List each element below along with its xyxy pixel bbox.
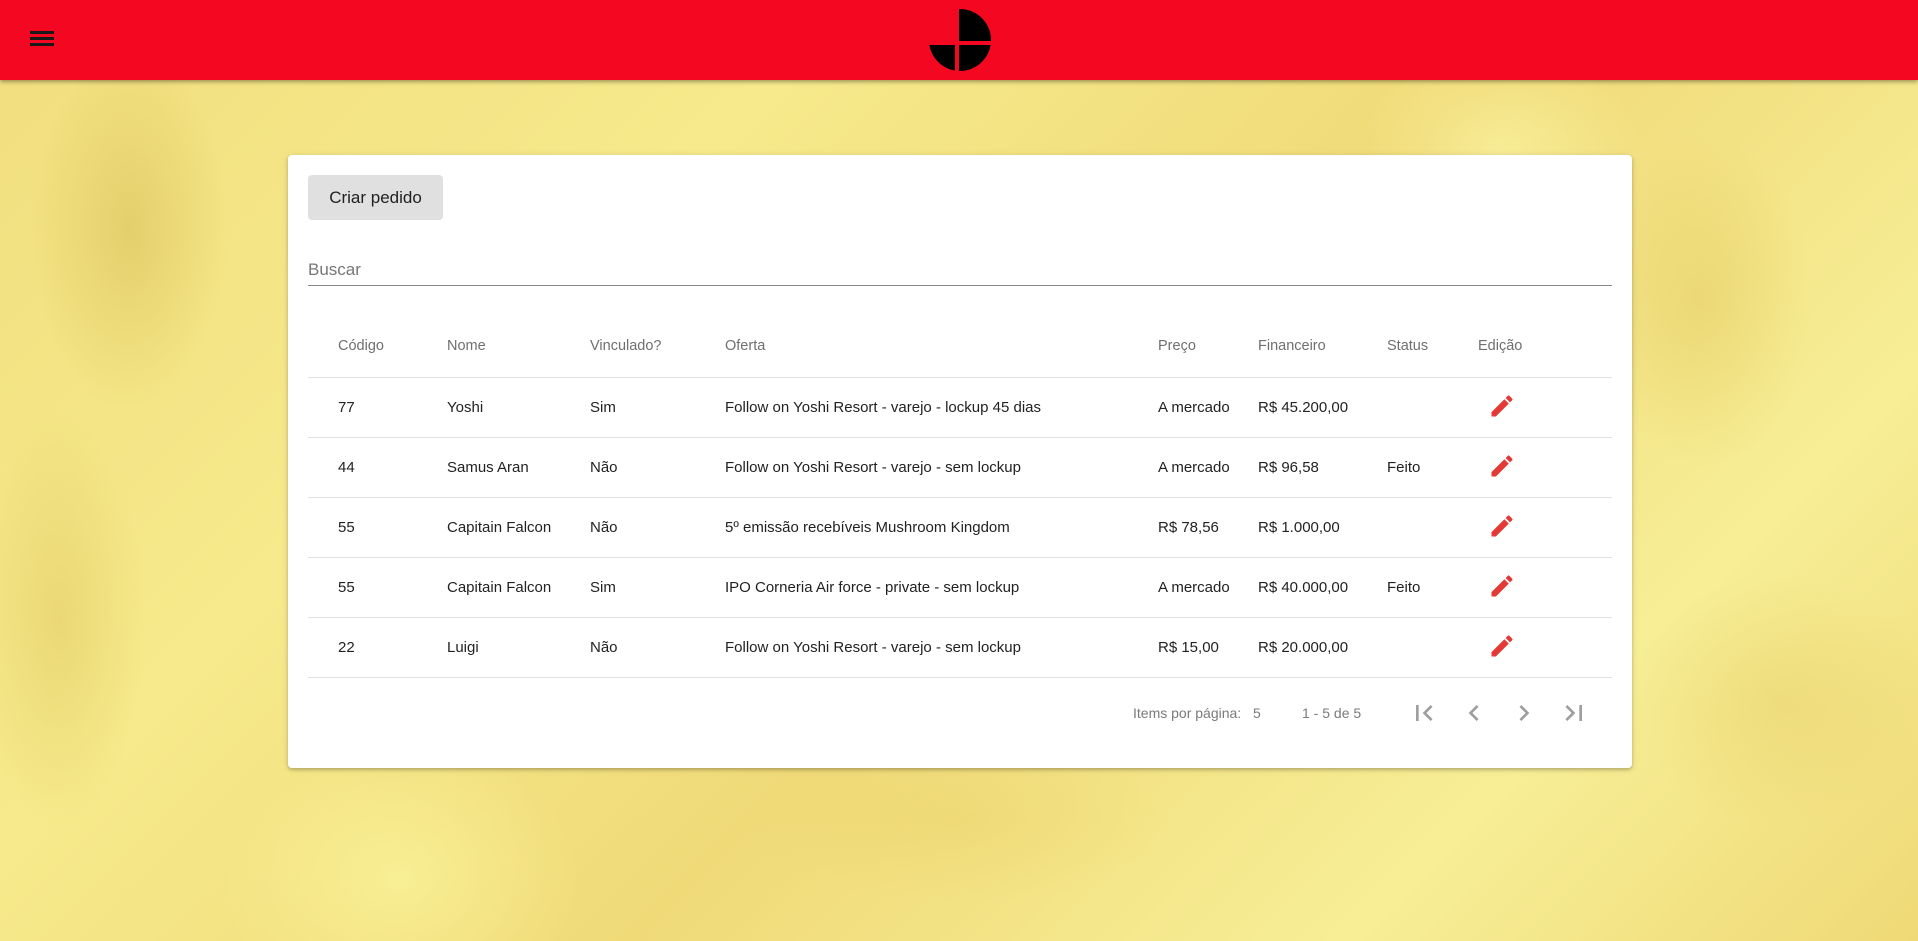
column-header-edicao: Edição — [1478, 315, 1612, 378]
cell-financeiro: R$ 96,58 — [1258, 437, 1387, 498]
page-range-label: 1 - 5 de 5 — [1302, 705, 1362, 721]
column-header-status[interactable]: Status — [1387, 315, 1478, 378]
cell-status — [1387, 617, 1478, 678]
orders-table: Código Nome Vinculado? Oferta Preço Fina… — [308, 315, 1612, 678]
items-per-page-label: Items por página: — [1133, 705, 1242, 721]
table-row: 22 Luigi Não Follow on Yoshi Resort - varej… — [308, 617, 1612, 678]
create-order-button[interactable]: Criar pedido — [308, 175, 443, 220]
smash-bros-logo — [928, 8, 992, 72]
cell-preco: R$ 78,56 — [1158, 497, 1258, 558]
cell-oferta: 5º emissão recebíveis Mushroom Kingdom — [725, 497, 1158, 558]
cell-edicao — [1478, 497, 1612, 558]
cell-financeiro: R$ 1.000,00 — [1258, 497, 1387, 558]
column-header-nome[interactable]: Nome — [447, 315, 590, 378]
column-header-financeiro[interactable]: Financeiro — [1258, 315, 1387, 378]
column-header-vinculado[interactable]: Vinculado? — [590, 315, 725, 378]
column-header-preco[interactable]: Preço — [1158, 315, 1258, 378]
cell-oferta: IPO Corneria Air force - private - sem l… — [725, 557, 1158, 618]
table-row: 55 Capitain Falcon Não 5º emissão recebívei… — [308, 497, 1612, 558]
pencil-icon[interactable] — [1488, 452, 1516, 480]
cell-edicao — [1478, 557, 1612, 618]
cell-status: Feito — [1387, 557, 1478, 618]
cell-nome: Samus Aran — [447, 437, 590, 498]
table-row: 44 Samus Aran Não Follow on Yoshi Resort - … — [308, 437, 1612, 498]
cell-codigo: 22 — [308, 617, 447, 678]
cell-vinculado: Sim — [590, 557, 725, 618]
cell-vinculado: Não — [590, 437, 725, 498]
column-header-oferta[interactable]: Oferta — [725, 315, 1158, 378]
cell-codigo: 77 — [308, 377, 447, 438]
cell-financeiro: R$ 40.000,00 — [1258, 557, 1387, 618]
cell-vinculado: Sim — [590, 377, 725, 438]
page-size-select[interactable]: 5 — [1253, 705, 1261, 721]
cell-status — [1387, 377, 1478, 438]
hamburger-menu-icon[interactable] — [30, 28, 54, 52]
cell-status — [1387, 497, 1478, 558]
previous-page-icon[interactable] — [1458, 697, 1490, 729]
cell-nome: Capitain Falcon — [447, 557, 590, 618]
search-input[interactable] — [308, 255, 1612, 286]
cell-financeiro: R$ 45.200,00 — [1258, 377, 1387, 438]
cell-financeiro: R$ 20.000,00 — [1258, 617, 1387, 678]
cell-codigo: 44 — [308, 437, 447, 498]
cell-codigo: 55 — [308, 497, 447, 558]
paginator: Items por página: 5 1 - 5 de 5 — [288, 693, 1632, 733]
cell-edicao — [1478, 617, 1612, 678]
cell-nome: Yoshi — [447, 377, 590, 438]
cell-oferta: Follow on Yoshi Resort - varejo - lockup… — [725, 377, 1158, 438]
cell-vinculado: Não — [590, 497, 725, 558]
table-header-row: Código Nome Vinculado? Oferta Preço Fina… — [308, 315, 1612, 378]
cell-edicao — [1478, 377, 1612, 438]
next-page-icon[interactable] — [1508, 697, 1540, 729]
table-row: 77 Yoshi Sim Follow on Yoshi Resort - varej… — [308, 377, 1612, 438]
cell-preco: A mercado — [1158, 437, 1258, 498]
cell-status: Feito — [1387, 437, 1478, 498]
top-app-bar — [0, 0, 1918, 80]
column-header-codigo[interactable]: Código — [308, 315, 447, 378]
table-row: 55 Capitain Falcon Sim IPO Corneria Air for… — [308, 557, 1612, 618]
cell-preco: R$ 15,00 — [1158, 617, 1258, 678]
cell-codigo: 55 — [308, 557, 447, 618]
cell-nome: Luigi — [447, 617, 590, 678]
pencil-icon[interactable] — [1488, 512, 1516, 540]
last-page-icon[interactable] — [1558, 697, 1590, 729]
pencil-icon[interactable] — [1488, 632, 1516, 660]
orders-card: Criar pedido Código Nome Vinculado? Ofer… — [288, 155, 1632, 768]
cell-vinculado: Não — [590, 617, 725, 678]
cell-nome: Capitain Falcon — [447, 497, 590, 558]
cell-edicao — [1478, 437, 1612, 498]
cell-oferta: Follow on Yoshi Resort - varejo - sem lo… — [725, 437, 1158, 498]
cell-preco: A mercado — [1158, 557, 1258, 618]
pencil-icon[interactable] — [1488, 572, 1516, 600]
cell-oferta: Follow on Yoshi Resort - varejo - sem lo… — [725, 617, 1158, 678]
pencil-icon[interactable] — [1488, 392, 1516, 420]
cell-preco: A mercado — [1158, 377, 1258, 438]
first-page-icon[interactable] — [1408, 697, 1440, 729]
